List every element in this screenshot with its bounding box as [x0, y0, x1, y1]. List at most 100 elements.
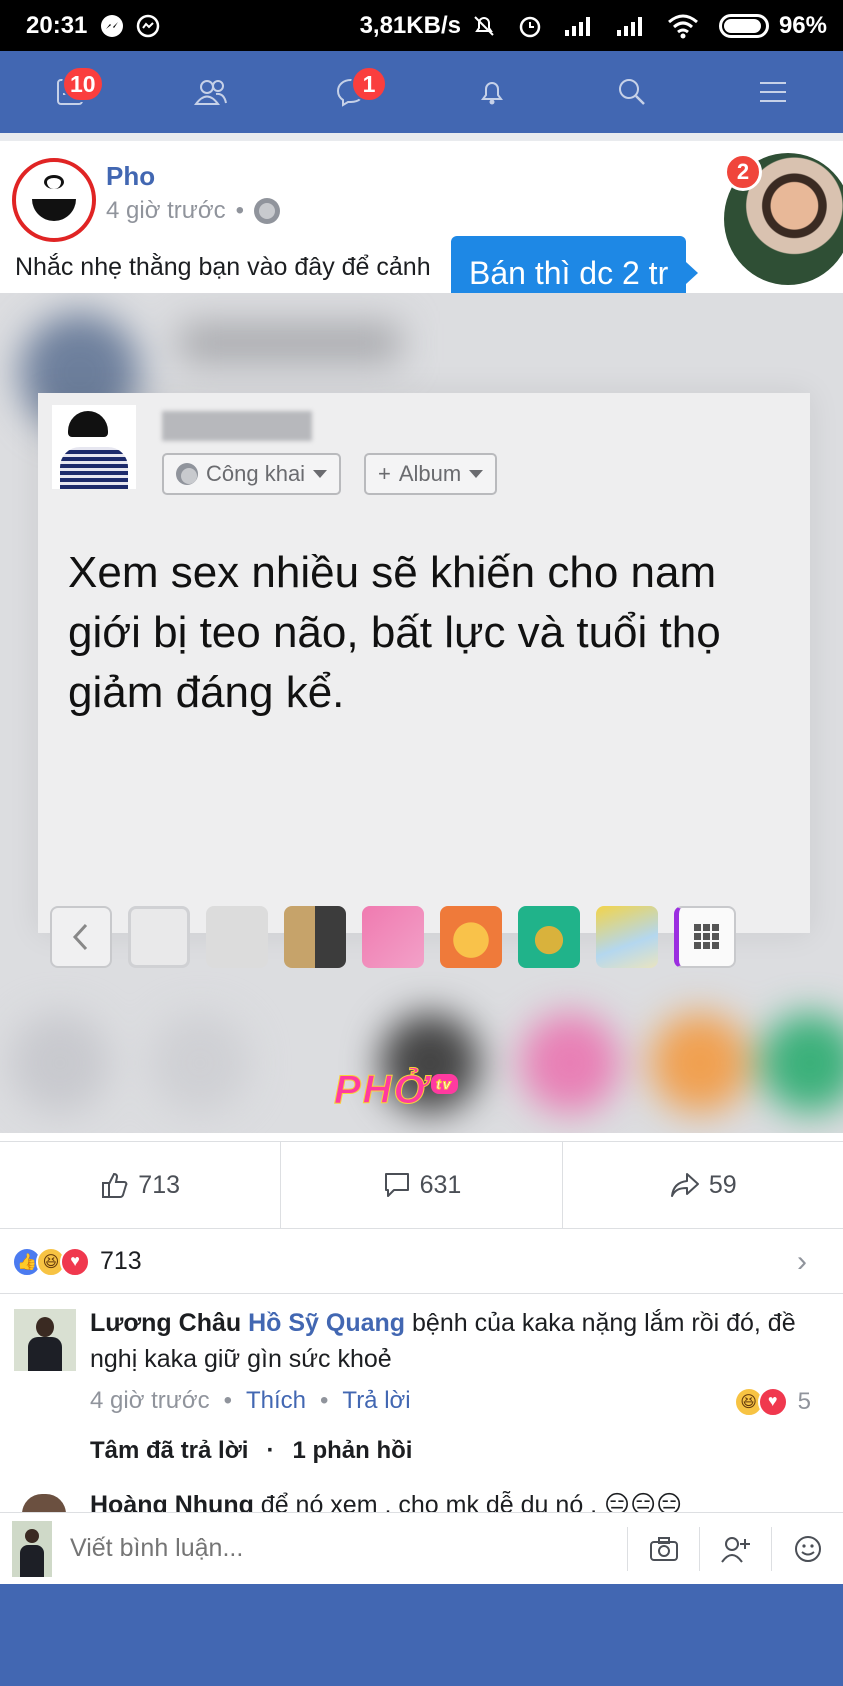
swatch-moon [284, 906, 346, 968]
battery-icon [718, 13, 769, 38]
messenger-outline-icon [135, 13, 161, 39]
status-bar: 20:31 3,81KB/s 96% [0, 0, 843, 51]
status-time: 20:31 [26, 11, 88, 39]
reply-count: 1 phản hồi [292, 1437, 413, 1464]
swatch-orange [440, 906, 502, 968]
background-swatches [50, 901, 806, 973]
reactions-summary[interactable]: 👍 😆 ♥ 713 › [0, 1230, 843, 1294]
globe-icon [253, 198, 280, 224]
replier-label: Tâm đã trả lời [90, 1437, 249, 1464]
love-reaction-icon: ♥ [60, 1246, 90, 1277]
tab-menu[interactable] [703, 51, 843, 133]
swatch-white [128, 906, 190, 968]
comment-meta: 4 giờ trước • Thích • Trả lời [90, 1387, 411, 1415]
dot-separator: · [266, 1437, 275, 1464]
bowl-icon [32, 199, 76, 221]
album-pill: + Album [364, 453, 498, 495]
album-label: Album [398, 461, 462, 486]
search-icon [619, 79, 646, 105]
comment-count: 631 [419, 1170, 462, 1199]
mute-icon [471, 13, 497, 39]
bottom-nav-area [0, 1584, 843, 1686]
pho-tv-logo: PHỞ tv [333, 1068, 458, 1113]
write-comment-bar [0, 1512, 843, 1584]
add-person-icon [720, 1536, 750, 1563]
net-speed: 3,81KB/s [359, 11, 461, 39]
plus-icon: + [378, 461, 391, 486]
swatch-pink [362, 906, 424, 968]
swatch-teal [518, 906, 580, 968]
comment-text: để nó xem , cho mk dễ dụ nó , 😑😑😑 [253, 1491, 683, 1512]
tab-friends[interactable] [141, 51, 282, 133]
post-header: Pho 4 giờ trước • Nhắc nhẹ thằng bạn vào… [0, 133, 843, 293]
comment-reply-link[interactable]: Trả lời [342, 1387, 410, 1415]
caret-down-icon [469, 470, 484, 478]
dot-separator: • [320, 1387, 329, 1414]
post-author[interactable]: Pho [106, 161, 155, 192]
dot-separator: • [223, 1387, 232, 1414]
status-text: Xem sex nhiều sẽ khiến cho nam giới bị t… [68, 548, 721, 717]
friends-icon [193, 80, 227, 105]
page-avatar[interactable] [12, 158, 96, 242]
post-actions: 713 631 59 [0, 1141, 843, 1229]
pho-logo-text: PHỞ [333, 1068, 430, 1113]
camera-button[interactable] [627, 1526, 699, 1571]
wifi-icon [667, 13, 699, 39]
screenshot-composer: Công khai + Album Xem sex nhiều sẽ khiến… [38, 393, 810, 933]
commenter-avatar[interactable] [22, 1494, 66, 1512]
comment-input[interactable] [70, 1534, 627, 1563]
love-reaction-icon: ♥ [757, 1387, 788, 1417]
thumbs-up-icon [102, 1172, 128, 1198]
composer-avatar [52, 405, 136, 489]
tagged-user[interactable]: Hồ Sỹ Quang [248, 1309, 405, 1337]
messenger-icon [99, 13, 125, 39]
comment-item: Lương Châu Hồ Sỹ Quang bệnh của kaka nặn… [0, 1295, 843, 1485]
post-caption: Nhắc nhẹ thằng bạn vào đây để cảnh [15, 253, 431, 281]
comment-button[interactable]: 631 [281, 1142, 563, 1228]
privacy-label: Công khai [206, 461, 306, 486]
steam-icon [44, 175, 64, 189]
tab-messages[interactable]: 1 [281, 51, 422, 133]
comment-like-link[interactable]: Thích [246, 1387, 306, 1415]
comment-reactions[interactable]: 😆 ♥ 5 [733, 1387, 811, 1417]
grid-icon [674, 906, 736, 968]
comment-icon [384, 1173, 409, 1197]
like-count: 713 [138, 1170, 181, 1199]
tab-search[interactable] [562, 51, 703, 133]
commenter-name[interactable]: Hoàng Nhung [90, 1491, 254, 1512]
hamburger-icon [759, 82, 786, 102]
tab-notifications[interactable] [422, 51, 563, 133]
tab-news-feed[interactable]: 10 [0, 51, 141, 133]
swatch-gray [206, 906, 268, 968]
news-feed-badge: 10 [62, 66, 104, 102]
chevron-right-icon: › [797, 1244, 807, 1278]
reactions-count: 713 [100, 1247, 142, 1275]
pho-logo-tv: tv [431, 1073, 458, 1094]
caret-down-icon [313, 470, 328, 478]
comment-body: Lương Châu Hồ Sỹ Quang bệnh của kaka nặn… [90, 1305, 820, 1377]
post-meta: 4 giờ trước • [106, 197, 280, 225]
privacy-pill: Công khai [162, 453, 342, 495]
emoji-button[interactable] [771, 1526, 843, 1571]
signal-icon-2 [615, 14, 647, 38]
bell-icon [480, 82, 503, 105]
commenter-name[interactable]: Lương Châu [90, 1309, 241, 1337]
tag-friend-button[interactable] [699, 1526, 771, 1571]
meta-separator: • [235, 197, 244, 224]
comment-body: Hoàng Nhung để nó xem , cho mk dễ dụ nó … [90, 1490, 682, 1512]
comment-item-partial: Hoàng Nhung để nó xem , cho mk dễ dụ nó … [0, 1490, 843, 1512]
commenter-avatar[interactable] [14, 1309, 76, 1371]
share-icon [670, 1173, 699, 1197]
chat-head[interactable]: 2 [724, 153, 843, 289]
like-button[interactable]: 713 [0, 1142, 282, 1228]
view-replies[interactable]: Tâm đã trả lời · 1 phản hồi [90, 1437, 412, 1465]
camera-icon [649, 1536, 678, 1561]
share-button[interactable]: 59 [563, 1142, 843, 1228]
smiley-icon [794, 1535, 821, 1562]
comment-time: 4 giờ trước [90, 1387, 210, 1414]
signal-icon-1 [563, 14, 595, 38]
post-time[interactable]: 4 giờ trước [106, 197, 226, 225]
back-chevron-icon [50, 906, 112, 968]
post-image[interactable]: Công khai + Album Xem sex nhiều sẽ khiến… [0, 293, 843, 1133]
share-count: 59 [708, 1170, 737, 1199]
